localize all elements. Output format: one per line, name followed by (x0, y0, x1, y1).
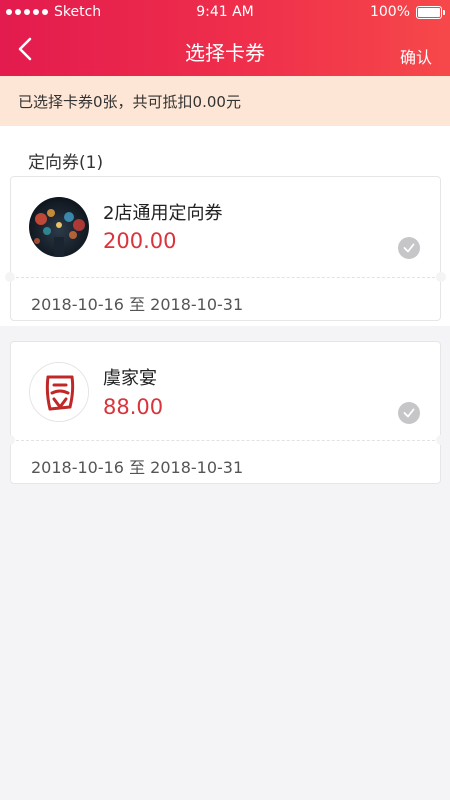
coupon-card[interactable]: 2店通用定向券 200.00 2018-10-16 至 2018-10-31 (5, 176, 446, 321)
coupon-card[interactable]: 虞家宴 88.00 2018-10-16 至 2018-10-31 (5, 341, 446, 484)
select-checkbox[interactable] (398, 402, 420, 424)
page-title: 选择卡券 (185, 41, 265, 65)
coupon-date-range: 2018-10-16 至 2018-10-31 (31, 458, 244, 477)
confirm-button[interactable]: 确认 (400, 44, 432, 68)
status-bar: Sketch 9:41 AM 100% (0, 0, 450, 24)
header-bar: Sketch 9:41 AM 100% 选择卡券 确认 (0, 0, 450, 76)
coupon-price: 200.00 (103, 229, 177, 253)
city-night-lights-image (29, 197, 89, 257)
check-icon (403, 408, 415, 418)
coupon-name: 2店通用定向券 (103, 203, 223, 224)
ticket-notch-right (436, 435, 446, 445)
coupon-price: 88.00 (103, 395, 164, 419)
dashed-divider (11, 277, 440, 278)
coupon-name: 虞家宴 (103, 368, 157, 389)
ticket-notch-left (5, 272, 15, 282)
battery-percent: 100% (369, 4, 410, 20)
coupon-date-range: 2018-10-16 至 2018-10-31 (31, 295, 244, 314)
select-checkbox[interactable] (398, 237, 420, 259)
ticket-notch-right (436, 272, 446, 282)
ticket-notch-left (5, 435, 15, 445)
battery-indicator: 100% (369, 4, 445, 20)
battery-icon (416, 5, 445, 19)
check-icon (403, 243, 415, 253)
selection-summary: 已选择卡券0张，共可抵扣0.00元 (0, 76, 450, 126)
nav-bar: 选择卡券 确认 (0, 28, 450, 74)
section-title: 定向券(1) (28, 153, 104, 173)
red-seal-logo (29, 362, 89, 422)
dashed-divider (11, 440, 440, 441)
